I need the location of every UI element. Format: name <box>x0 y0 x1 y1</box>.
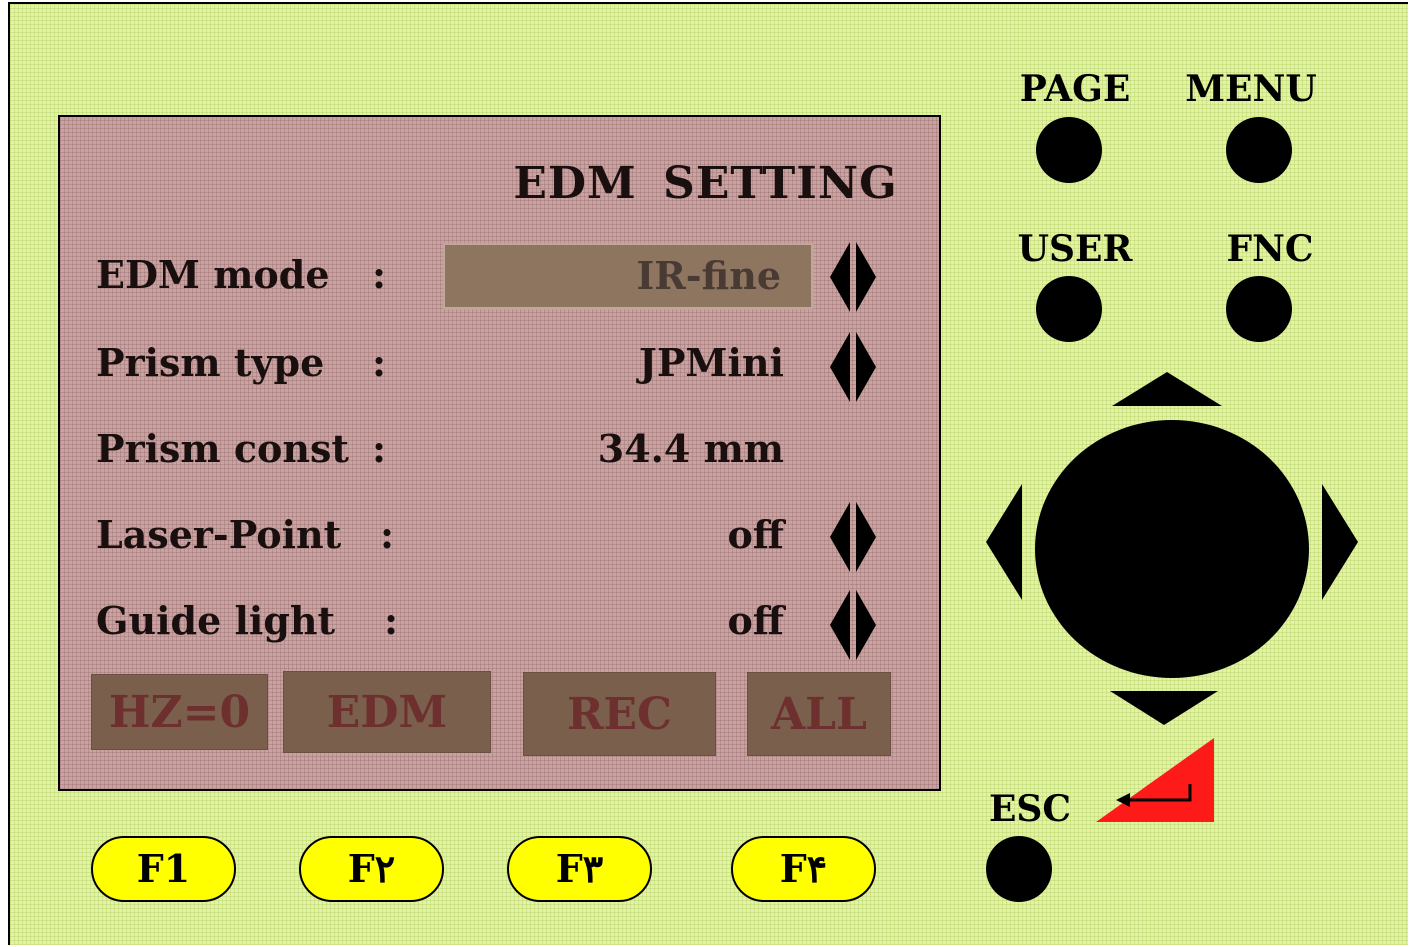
user-button[interactable] <box>1036 276 1102 342</box>
page-label: PAGE <box>1019 68 1131 110</box>
fnc-button[interactable] <box>1226 276 1292 342</box>
left-right-arrows-icon[interactable] <box>828 586 878 664</box>
enter-return-icon[interactable] <box>1094 738 1216 824</box>
row-colon: : <box>380 512 395 557</box>
row-label-guide-light: Guide light <box>96 598 336 643</box>
laser-point-value: off <box>727 512 784 557</box>
left-right-arrows-icon[interactable] <box>828 328 878 406</box>
prism-type-value: JPMini <box>638 340 784 385</box>
edm-mode-value: IR-fine <box>636 253 781 298</box>
esc-button[interactable] <box>986 836 1052 902</box>
triangle-left-icon[interactable] <box>984 482 1024 602</box>
left-right-arrows-icon[interactable] <box>828 238 878 316</box>
left-right-arrows-icon[interactable] <box>828 498 878 576</box>
prism-const-value: 34.4 mm <box>597 426 784 471</box>
menu-button[interactable] <box>1226 117 1292 183</box>
f1-button[interactable]: F1 <box>91 836 236 902</box>
f4-button[interactable]: F۴ <box>731 836 876 902</box>
f3-button[interactable]: F۳ <box>507 836 652 902</box>
softkey-hz0[interactable]: HZ=0 <box>91 674 268 750</box>
edm-mode-value-field[interactable]: IR-fine <box>443 243 813 309</box>
esc-label: ESC <box>988 788 1072 830</box>
row-label-edm-mode: EDM mode <box>96 252 330 297</box>
row-colon: : <box>372 426 387 471</box>
guide-light-value: off <box>727 598 784 643</box>
softkey-edm[interactable]: EDM <box>283 671 491 753</box>
row-colon: : <box>372 252 387 297</box>
row-colon: : <box>384 598 399 643</box>
triangle-down-icon[interactable] <box>1108 689 1220 727</box>
triangle-up-icon[interactable] <box>1108 370 1226 408</box>
user-label: USER <box>1017 228 1133 270</box>
page-button[interactable] <box>1036 117 1102 183</box>
dpad-center-button[interactable] <box>1035 420 1309 678</box>
softkey-all[interactable]: ALL <box>747 672 891 756</box>
triangle-right-icon[interactable] <box>1320 482 1360 602</box>
row-label-prism-type: Prism type <box>96 340 325 385</box>
row-label-prism-const: Prism const <box>96 426 349 471</box>
screen-title: EDM SETTING <box>513 158 898 209</box>
row-colon: : <box>372 340 387 385</box>
f2-button[interactable]: F۲ <box>299 836 444 902</box>
row-label-laser-point: Laser-Point <box>96 512 342 557</box>
fnc-label: FNC <box>1226 228 1314 270</box>
softkey-rec[interactable]: REC <box>523 672 716 756</box>
menu-label: MENU <box>1185 68 1317 110</box>
